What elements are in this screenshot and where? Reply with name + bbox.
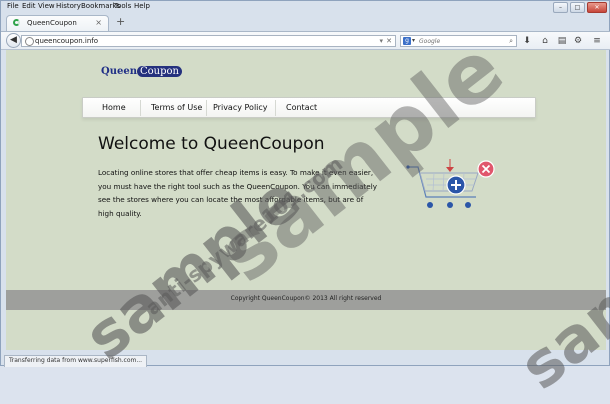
maximize-icon[interactable]: □ xyxy=(570,2,585,13)
tab-queencoupon[interactable]: QueenCoupon × xyxy=(6,15,109,31)
page-content: Queen Coupon Home Terms of Use Privacy Po… xyxy=(6,50,606,350)
page-title: Welcome to QueenCoupon xyxy=(98,134,325,154)
logo-text-coupon: Coupon xyxy=(136,66,182,77)
url-bar[interactable]: queencoupon.info ▾ ✕ xyxy=(21,35,396,47)
search-engine-icon[interactable]: g xyxy=(403,37,411,45)
search-input[interactable] xyxy=(419,36,501,46)
download-icon[interactable]: ⬇ xyxy=(521,35,533,47)
shopping-cart-icon xyxy=(406,159,495,208)
loading-icon xyxy=(13,19,20,26)
nav-divider xyxy=(140,100,141,116)
menu-view[interactable]: View xyxy=(38,2,55,11)
menu-edit[interactable]: Edit xyxy=(22,2,36,11)
star-dropdown-icon[interactable]: ▾ xyxy=(379,36,383,46)
nav-privacy[interactable]: Privacy Policy xyxy=(213,98,268,118)
url-text[interactable]: queencoupon.info xyxy=(35,36,98,46)
page-footer: Copyright QueenCoupon© 2013 All right re… xyxy=(6,290,606,310)
navigation-toolbar: ◀ queencoupon.info ▾ ✕ g ▾ ⌕ ⬇ ⌂ ▤ ⚙ ≡ xyxy=(1,31,610,50)
logo-text-queen: Queen xyxy=(101,66,137,77)
search-bar[interactable]: g ▾ ⌕ xyxy=(400,35,517,47)
globe-icon xyxy=(25,37,34,46)
menu-icon[interactable]: ≡ xyxy=(591,35,603,47)
close-window-icon[interactable]: ✕ xyxy=(587,2,607,13)
tab-strip: QueenCoupon × + xyxy=(1,13,610,31)
addon-icon[interactable]: ⚙ xyxy=(572,35,584,47)
menu-file[interactable]: File xyxy=(7,2,19,11)
nav-divider xyxy=(275,100,276,116)
nav-terms[interactable]: Terms of Use xyxy=(151,98,202,118)
site-nav: Home Terms of Use Privacy Policy Contact xyxy=(82,97,536,118)
menu-bar: File Edit View History Bookmarks Tools H… xyxy=(1,1,610,13)
window-controls: – □ ✕ xyxy=(553,2,607,13)
tab-title: QueenCoupon xyxy=(27,19,77,27)
site-logo[interactable]: Queen Coupon xyxy=(101,65,182,79)
search-engine-dropdown-icon[interactable]: ▾ xyxy=(412,36,415,46)
back-button[interactable]: ◀ xyxy=(6,33,21,48)
nav-divider xyxy=(206,100,207,116)
intro-paragraph: Locating online stores that offer cheap … xyxy=(98,168,377,218)
new-tab-button[interactable]: + xyxy=(116,16,125,27)
nav-home[interactable]: Home xyxy=(102,98,126,118)
status-bar: Transferring data from www.superfish.com… xyxy=(4,355,148,367)
reload-icon[interactable]: ✕ xyxy=(386,36,392,46)
search-icon[interactable]: ⌕ xyxy=(509,36,513,46)
bookmarks-icon[interactable]: ▤ xyxy=(556,35,568,47)
home-icon[interactable]: ⌂ xyxy=(539,35,551,47)
nav-contact[interactable]: Contact xyxy=(286,98,317,118)
close-tab-icon[interactable]: × xyxy=(95,18,102,27)
menu-tools[interactable]: Tools xyxy=(114,2,131,11)
browser-window: File Edit View History Bookmarks Tools H… xyxy=(0,0,610,404)
menu-help[interactable]: Help xyxy=(134,2,150,11)
menu-history[interactable]: History xyxy=(56,2,81,11)
copyright-text: Copyright QueenCoupon© 2013 All right re… xyxy=(230,295,382,302)
minimize-icon[interactable]: – xyxy=(553,2,568,13)
